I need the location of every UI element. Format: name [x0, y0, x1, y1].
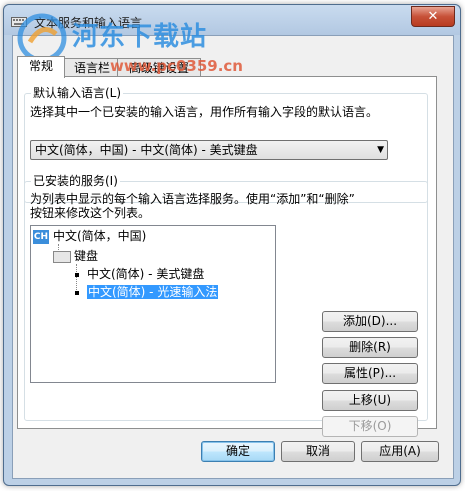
tree-item-language[interactable]: CH 中文(简体，中国) — [33, 228, 146, 244]
move-up-button[interactable]: 上移(U) — [322, 390, 418, 411]
remove-button[interactable]: 删除(R) — [322, 337, 418, 358]
tab-panel-general: 默认输入语言(L) 选择其中一个已安装的输入语言，用作所有输入字段的默认语言。 … — [17, 76, 437, 437]
tree-item-keyboard[interactable]: 键盘 — [53, 248, 98, 264]
tree-service-label: 中文(简体) - 美式键盘 — [87, 267, 205, 281]
default-language-description: 选择其中一个已安装的输入语言，用作所有输入字段的默认语言。 — [30, 105, 379, 119]
tree-item-service-selected[interactable]: 中文(简体) - 光速输入法 — [75, 284, 219, 300]
cancel-button[interactable]: 取消 — [281, 441, 355, 462]
language-code-icon: CH — [33, 229, 49, 244]
tree-item-service[interactable]: 中文(简体) - 美式键盘 — [75, 266, 204, 282]
keyboard-icon — [11, 17, 27, 27]
close-button[interactable]: ✕ — [411, 6, 455, 27]
tab-language-bar[interactable]: 语言栏 — [64, 58, 120, 77]
default-language-value: 中文(简体，中国) - 中文(简体) - 美式键盘 — [35, 143, 258, 157]
tab-general[interactable]: 常规 — [17, 56, 65, 78]
dropdown-arrow-icon: ▼ — [377, 145, 384, 155]
apply-button[interactable]: 应用(A) — [361, 441, 439, 462]
dialog-window: 文本服务和输入语言 ✕ 常规 语言栏 高级键设置 默认输入语言(L) 选择其中一… — [3, 4, 461, 486]
move-down-button[interactable]: 下移(O) — [322, 416, 418, 437]
tab-advanced-key-settings[interactable]: 高级键设置 — [117, 58, 201, 77]
default-language-dropdown[interactable]: 中文(简体，中国) - 中文(简体) - 美式键盘 ▼ — [30, 140, 388, 160]
ok-button[interactable]: 确定 — [201, 441, 275, 462]
title-bar[interactable]: 文本服务和输入语言 ✕ — [4, 5, 460, 35]
keyboard-icon — [53, 250, 71, 263]
tree-keyboard-label: 键盘 — [74, 249, 99, 263]
services-tree[interactable]: CH 中文(简体，中国) 键盘 中文(简体) - 美式键盘 中文(简体) - 光速… — [30, 225, 276, 383]
tree-language-label: 中文(简体，中国) — [53, 229, 147, 243]
properties-button[interactable]: 属性(P)... — [322, 363, 418, 384]
installed-services-description-1: 为列表中显示的每个输入语言选择服务。使用“添加”和“删除” — [30, 192, 355, 206]
tree-service-label: 中文(简体) - 光速输入法 — [87, 285, 219, 299]
installed-services-description-2: 按钮来修改这个列表。 — [30, 206, 151, 220]
bullet-icon — [75, 272, 79, 277]
default-language-label: 默认输入语言(L) — [31, 86, 124, 100]
installed-services-label: 已安装的服务(I) — [31, 174, 120, 188]
dialog-client-area: 常规 语言栏 高级键设置 默认输入语言(L) 选择其中一个已安装的输入语言，用作… — [12, 35, 454, 479]
bullet-icon — [75, 290, 79, 295]
window-title: 文本服务和输入语言 — [34, 16, 143, 30]
add-button[interactable]: 添加(D)... — [322, 311, 418, 332]
